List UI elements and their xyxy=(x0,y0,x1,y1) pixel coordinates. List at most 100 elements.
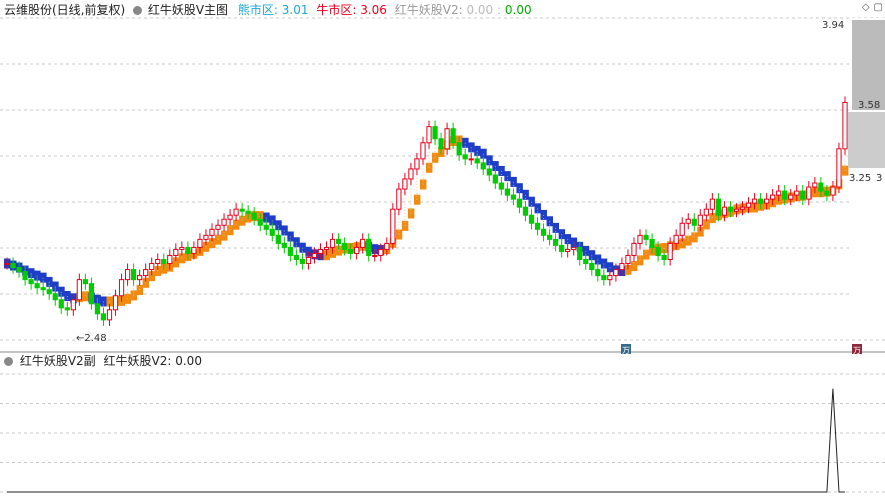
candle-body xyxy=(522,206,529,216)
price-range-highlight-upper xyxy=(852,20,885,110)
candle-body xyxy=(770,194,776,200)
window-icon[interactable]: ▢ xyxy=(874,2,883,13)
candle-body xyxy=(643,234,649,240)
candle-body xyxy=(124,269,131,281)
candle-body xyxy=(70,299,76,311)
candle-body xyxy=(88,283,95,305)
candle-body xyxy=(782,190,788,200)
badge-blue-text: 万 xyxy=(622,346,630,355)
candle-body xyxy=(76,279,82,301)
candle-body xyxy=(251,212,257,220)
candle-body xyxy=(239,208,245,212)
candle-body xyxy=(486,168,492,176)
candle-body xyxy=(46,289,52,295)
candle-body xyxy=(456,142,462,156)
candle-body xyxy=(221,218,227,226)
candle-body xyxy=(842,102,848,150)
sub-v2-label: 红牛妖股V2: xyxy=(103,354,172,368)
candle-body xyxy=(703,208,709,216)
price-high-label: 3.94 xyxy=(822,20,844,31)
candle-body xyxy=(697,214,703,226)
bear-value: 3.01 xyxy=(281,3,309,17)
sub-grid xyxy=(0,373,885,493)
main-grid xyxy=(0,17,885,353)
markers: 万万 xyxy=(621,344,862,355)
candle-body xyxy=(498,182,504,190)
candle-body xyxy=(444,128,450,150)
candle-body xyxy=(414,158,420,170)
candle-body xyxy=(764,198,770,204)
candle-body xyxy=(4,263,10,266)
candle-body xyxy=(64,307,70,311)
candle-body xyxy=(52,293,58,301)
candle-body xyxy=(118,279,125,297)
candle-body xyxy=(354,246,360,254)
candle-body xyxy=(607,275,613,281)
candle-body xyxy=(161,259,167,265)
candle-body xyxy=(715,198,721,216)
price-range-highlight-lower xyxy=(848,112,885,168)
candle-body xyxy=(257,218,263,226)
candle-body xyxy=(342,242,348,250)
candle-body xyxy=(372,254,378,257)
candle-body xyxy=(323,246,330,250)
candle-body xyxy=(818,182,824,192)
candle-body xyxy=(329,238,336,248)
price-low-right-label: 3.25 xyxy=(849,173,871,184)
candle-body xyxy=(733,208,740,212)
candle-body xyxy=(233,208,239,216)
candle-body xyxy=(287,246,293,256)
candle-body xyxy=(317,248,324,254)
candle-body xyxy=(745,202,752,208)
candle-body xyxy=(227,214,233,220)
candle-body xyxy=(540,228,547,236)
candle-body xyxy=(757,198,764,204)
candle-body xyxy=(112,295,119,311)
candle-body xyxy=(167,254,173,265)
candle-body xyxy=(94,303,101,315)
indicator-dot-icon[interactable] xyxy=(133,6,143,15)
candle-body xyxy=(28,279,34,285)
price-mid-label: 3.58 xyxy=(858,100,880,111)
sub-indicator-name[interactable]: 红牛妖股V2副 xyxy=(20,354,96,368)
main-indicator-name[interactable]: 红牛妖股V主图 xyxy=(148,3,228,17)
right-axis: 3.94 3.58 3.25 3 ←2.48 xyxy=(76,18,885,344)
candle-body xyxy=(468,158,474,161)
bull-value: 3.06 xyxy=(360,3,387,17)
candle-body xyxy=(631,242,637,256)
candle-body xyxy=(619,263,625,271)
candle-body xyxy=(215,224,221,230)
candle-body xyxy=(335,238,342,244)
candle-body xyxy=(10,263,16,269)
candle-body xyxy=(82,279,88,285)
candle-body xyxy=(191,246,197,254)
candle-body xyxy=(149,263,155,271)
stock-title: 云维股份(日线,前复权) xyxy=(4,3,126,17)
candle-body xyxy=(480,162,486,170)
candle-body xyxy=(275,234,281,244)
candle-body xyxy=(589,263,595,271)
candle-body xyxy=(16,267,22,273)
candle-body xyxy=(185,246,191,254)
candle-body xyxy=(824,190,830,196)
sub-indicator-dot-icon[interactable] xyxy=(4,357,13,366)
sub-v2-value: 0.00 xyxy=(175,354,202,368)
candle-body xyxy=(546,234,553,240)
candle-body xyxy=(601,275,607,281)
candle-body xyxy=(209,228,215,236)
candle-body xyxy=(311,252,318,258)
diamond-icon[interactable]: ◇ xyxy=(862,2,870,13)
candle-body xyxy=(661,254,667,261)
candle-body xyxy=(553,238,559,246)
candle-body xyxy=(450,128,456,144)
candle-body xyxy=(559,244,565,252)
candle-body xyxy=(420,142,426,160)
candle-body xyxy=(58,299,64,309)
price-min-label: ←2.48 xyxy=(76,333,107,344)
candle-body xyxy=(492,174,498,184)
candle-body xyxy=(721,206,728,216)
candle-body xyxy=(836,148,842,188)
candle-body xyxy=(709,198,715,210)
candle-body xyxy=(143,269,149,277)
candle-body xyxy=(673,234,679,244)
